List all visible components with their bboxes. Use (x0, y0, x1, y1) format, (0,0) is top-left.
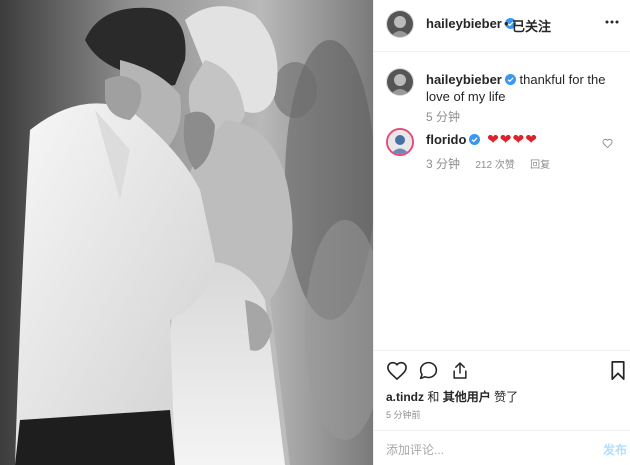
commenter-username[interactable]: florido (426, 132, 466, 147)
post-header: haileybieber • 已关注 (374, 0, 630, 52)
couple-kissing-photo (0, 0, 373, 465)
verified-badge-icon (469, 134, 481, 145)
header-separator: • (504, 16, 509, 31)
liker-username[interactable]: a.tindz (386, 390, 424, 404)
commenter-avatar-image (388, 130, 412, 154)
caption-timestamp: 5 分钟 (426, 110, 461, 124)
comment-text: ❤❤❤❤ (487, 131, 538, 147)
author-username[interactable]: haileybieber (426, 16, 516, 31)
add-comment-input[interactable]: 添加评论... (386, 441, 444, 458)
comment-timestamp: 3 分钟 (426, 157, 461, 171)
verified-badge-icon (504, 74, 516, 85)
follow-status-button[interactable]: 已关注 (512, 16, 551, 35)
comment-bubble-icon[interactable] (418, 360, 439, 381)
comment-like-count[interactable]: 212 次赞 (475, 160, 514, 171)
caption-avatar[interactable] (386, 68, 414, 96)
save-bookmark-icon[interactable] (610, 360, 626, 381)
comment-meta: 3 分钟 212 次赞 回复 (426, 155, 562, 172)
caption-username[interactable]: haileybieber (426, 72, 502, 87)
comment-like-heart-icon[interactable] (602, 138, 613, 148)
post-timestamp: 5 分钟前 (386, 410, 421, 420)
likes-suffix: 赞了 (494, 390, 519, 404)
comment-text-line: florido ❤❤❤❤ (426, 131, 538, 148)
likes-summary: a.tindz 和 其他用户 赞了 (386, 388, 518, 405)
post-comment-button[interactable]: 发布 (603, 441, 627, 458)
add-comment-bar: 添加评论... 发布 (374, 430, 630, 465)
more-options-icon[interactable] (605, 20, 619, 24)
comment-reply-button[interactable]: 回复 (530, 160, 550, 171)
post-actions: a.tindz 和 其他用户 赞了 5 分钟前 (374, 350, 630, 430)
author-avatar[interactable] (386, 10, 414, 38)
like-heart-icon[interactable] (386, 360, 408, 380)
author-avatar-image (387, 11, 413, 37)
author-username-text[interactable]: haileybieber (426, 16, 502, 31)
caption-avatar-image (387, 69, 413, 95)
caption-text-block: haileybieber thankful for the love of my… (426, 71, 626, 105)
likes-joiner: 和 (427, 390, 440, 404)
post-photo[interactable] (0, 0, 373, 465)
share-icon[interactable] (450, 360, 470, 381)
commenter-avatar[interactable] (386, 128, 414, 156)
post-side-panel: haileybieber • 已关注 haileybieber thankful… (373, 0, 630, 465)
other-likers-link[interactable]: 其他用户 (443, 390, 491, 404)
